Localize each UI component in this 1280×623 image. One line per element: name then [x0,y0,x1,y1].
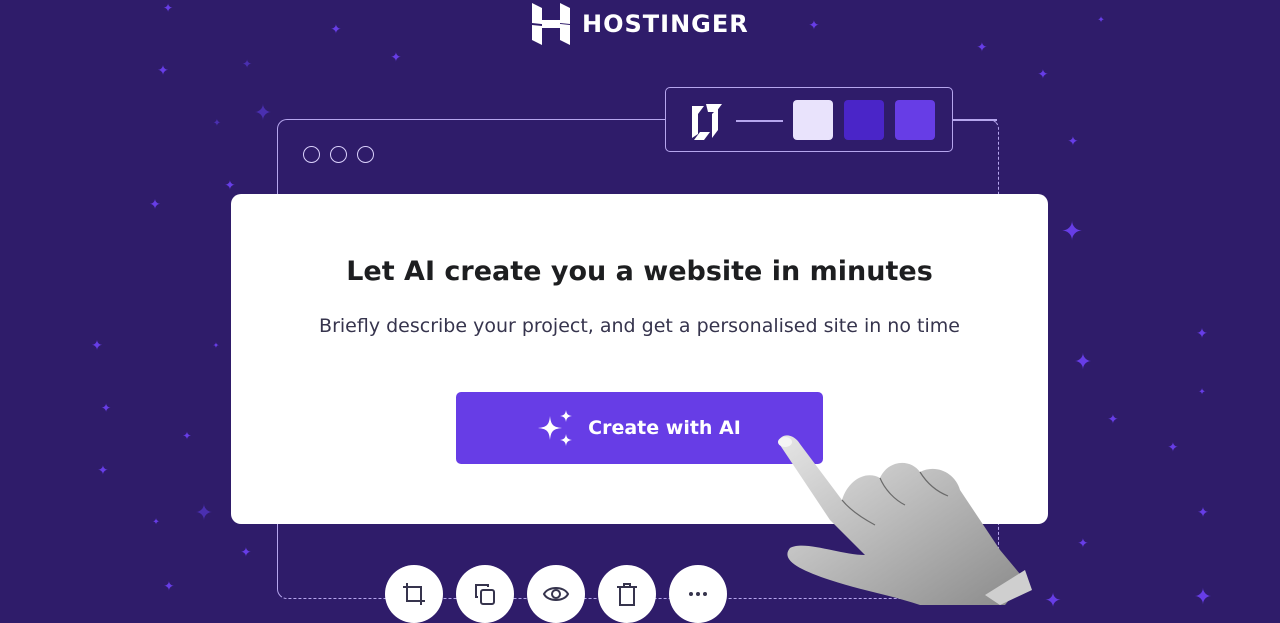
window-dot-icon [357,146,374,163]
star-icon: ✦ [1061,217,1083,247]
star-icon: ✦ [1198,387,1206,398]
color-swatch-light[interactable] [793,100,833,140]
more-options-button[interactable] [669,565,727,623]
delete-button[interactable] [598,565,656,623]
star-icon: ✦ [212,341,220,350]
hostinger-logo-icon [532,3,570,45]
connector-line [736,120,783,122]
window-dot-icon [303,146,320,163]
star-icon: ✦ [1067,134,1079,150]
color-swatch-dark[interactable] [844,100,884,140]
star-icon: ✦ [1077,536,1089,552]
star-icon: ✦ [1097,15,1105,26]
star-icon: ✦ [212,118,222,129]
star-icon: ✦ [152,517,160,528]
hero-title: Let AI create you a website in minutes [346,256,933,287]
star-icon: ✦ [1193,585,1213,610]
star-icon: ✦ [330,22,342,38]
crop-icon [403,583,425,605]
star-icon: ✦ [97,463,109,479]
star-icon: ✦ [162,1,174,15]
star-icon: ✦ [194,501,214,526]
star-icon: ✦ [253,101,273,126]
star-icon: ✦ [91,338,103,354]
window-dot-icon [330,146,347,163]
star-icon: ✦ [100,401,112,415]
brand-name: HOSTINGER [582,10,749,38]
star-icon: ✦ [1197,505,1209,521]
star-icon: ✦ [157,63,169,79]
copy-icon [475,584,495,605]
hero-subtitle: Briefly describe your project, and get a… [319,315,960,337]
crop-button[interactable] [385,565,443,623]
brand-logo[interactable]: HOSTINGER [532,3,749,45]
star-icon: ✦ [808,18,820,34]
preview-button[interactable] [527,565,585,623]
duplicate-button[interactable] [456,565,514,623]
star-icon: ✦ [241,57,253,71]
connector-line [953,119,997,121]
color-palette-panel [665,87,953,152]
star-icon: ✦ [1044,588,1062,612]
star-icon: ✦ [163,579,175,595]
window-controls [303,146,374,163]
star-icon: ✦ [1107,412,1119,428]
star-icon: ✦ [149,197,161,213]
trash-icon [617,583,637,606]
create-with-ai-label: Create with AI [588,417,741,439]
star-icon: ✦ [182,429,192,443]
star-icon: ✦ [1073,350,1093,375]
element-toolbar [385,565,727,623]
create-with-ai-button[interactable]: Create with AI [456,392,823,464]
star-icon: ✦ [1037,67,1049,83]
star-icon: ✦ [976,40,988,56]
eye-icon [542,587,570,601]
more-icon [689,592,707,596]
star-icon: ✦ [390,50,402,66]
sparkles-icon [538,410,573,446]
star-icon: ✦ [1167,440,1179,456]
star-icon: ✦ [240,545,252,561]
star-icon: ✦ [224,178,236,194]
color-swatch-accent[interactable] [895,100,935,140]
star-icon: ✦ [1196,326,1208,342]
hostinger-cube-icon [692,104,722,140]
pointing-hand-illustration [778,435,1032,605]
